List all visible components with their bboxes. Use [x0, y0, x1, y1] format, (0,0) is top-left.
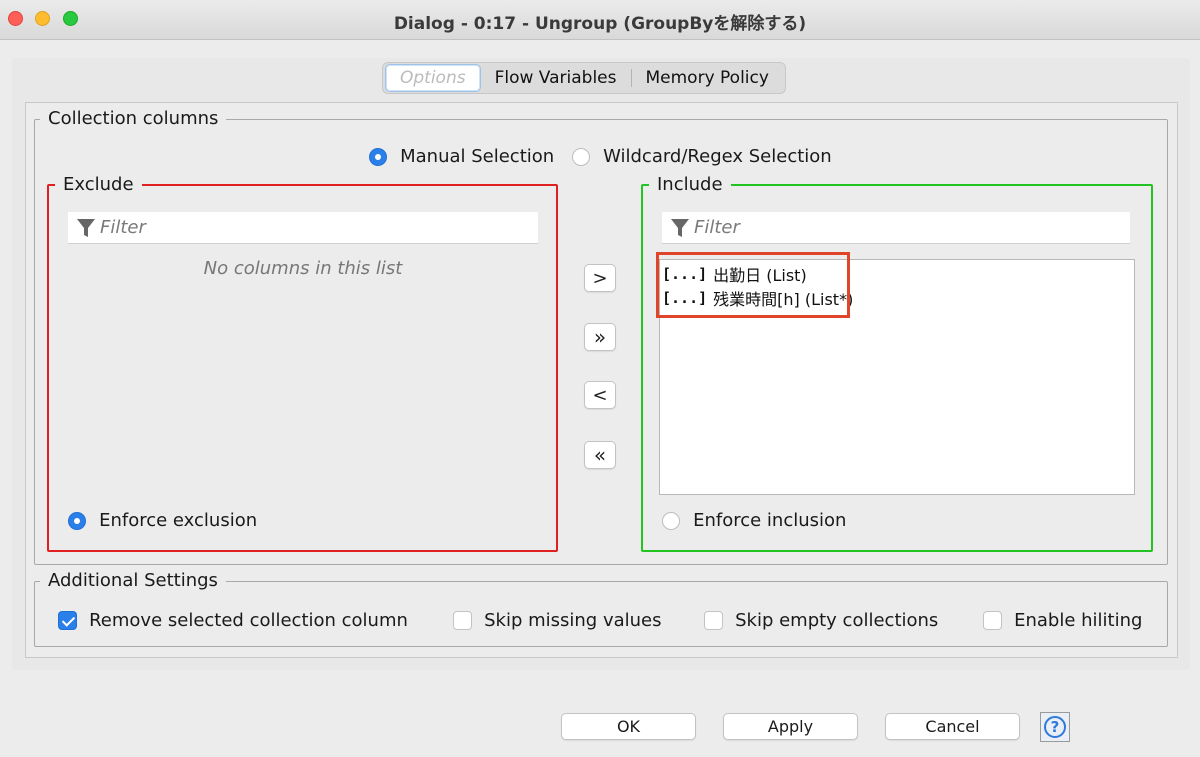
apply-button[interactable]: Apply [723, 713, 858, 740]
enforce-exclusion-option[interactable]: Enforce exclusion [68, 510, 257, 531]
enable-hiliting-option[interactable]: Enable hiliting [983, 610, 1142, 631]
window-title: Dialog - 0:17 - Ungroup (GroupByを解除する) [393, 14, 807, 34]
wildcard-selection-option[interactable]: Wildcard/Regex Selection [572, 146, 832, 167]
remove-all-button[interactable]: « [584, 441, 616, 469]
include-filter[interactable]: Filter [662, 212, 1130, 244]
exclude-title: Exclude [55, 174, 142, 195]
tab-memory-policy[interactable]: Memory Policy [632, 65, 783, 91]
remove-selected-button[interactable]: < [584, 381, 616, 409]
manual-selection-radio[interactable] [369, 147, 387, 166]
tab-bar: Options Flow Variables Memory Policy [382, 62, 786, 94]
skip-missing-label: Skip missing values [484, 610, 662, 631]
remove-selected-checkbox[interactable] [58, 611, 77, 630]
enforce-exclusion-label: Enforce exclusion [99, 510, 258, 531]
add-selected-button[interactable]: > [584, 264, 616, 292]
title-bar: Dialog - 0:17 - Ungroup (GroupByを解除する) [0, 0, 1200, 40]
tab-options[interactable]: Options [385, 64, 481, 92]
skip-empty-option[interactable]: Skip empty collections [704, 610, 938, 631]
enable-hiliting-checkbox[interactable] [983, 611, 1002, 630]
help-icon: ? [1044, 716, 1066, 738]
enforce-inclusion-label: Enforce inclusion [693, 510, 847, 531]
add-all-button[interactable]: » [584, 323, 616, 351]
enforce-inclusion-radio[interactable] [662, 511, 680, 530]
collection-columns-title: Collection columns [40, 108, 227, 129]
enforce-exclusion-radio[interactable] [68, 511, 86, 530]
skip-empty-label: Skip empty collections [735, 610, 939, 631]
wildcard-selection-label: Wildcard/Regex Selection [603, 146, 832, 167]
enable-hiliting-label: Enable hiliting [1014, 610, 1143, 631]
filter-icon [671, 218, 689, 237]
wildcard-selection-radio[interactable] [572, 147, 590, 166]
skip-missing-option[interactable]: Skip missing values [453, 610, 661, 631]
exclude-filter[interactable]: Filter [68, 212, 538, 244]
exclude-filter-placeholder: Filter [100, 217, 146, 238]
manual-selection-label: Manual Selection [400, 146, 555, 167]
include-title: Include [649, 174, 731, 195]
manual-selection-option[interactable]: Manual Selection [369, 146, 554, 167]
skip-empty-checkbox[interactable] [704, 611, 723, 630]
remove-selected-option[interactable]: Remove selected collection column [58, 610, 408, 631]
highlight-box [656, 252, 850, 318]
enforce-inclusion-option[interactable]: Enforce inclusion [662, 510, 846, 531]
help-button[interactable]: ? [1040, 712, 1070, 742]
tab-flow-variables[interactable]: Flow Variables [481, 65, 631, 91]
skip-missing-checkbox[interactable] [453, 611, 472, 630]
ok-button[interactable]: OK [561, 713, 696, 740]
exclude-empty-text: No columns in this list [203, 258, 403, 279]
additional-settings-title: Additional Settings [40, 570, 226, 591]
remove-selected-label: Remove selected collection column [89, 610, 408, 631]
include-filter-placeholder: Filter [694, 217, 740, 238]
filter-icon [77, 218, 95, 237]
cancel-button[interactable]: Cancel [885, 713, 1020, 740]
